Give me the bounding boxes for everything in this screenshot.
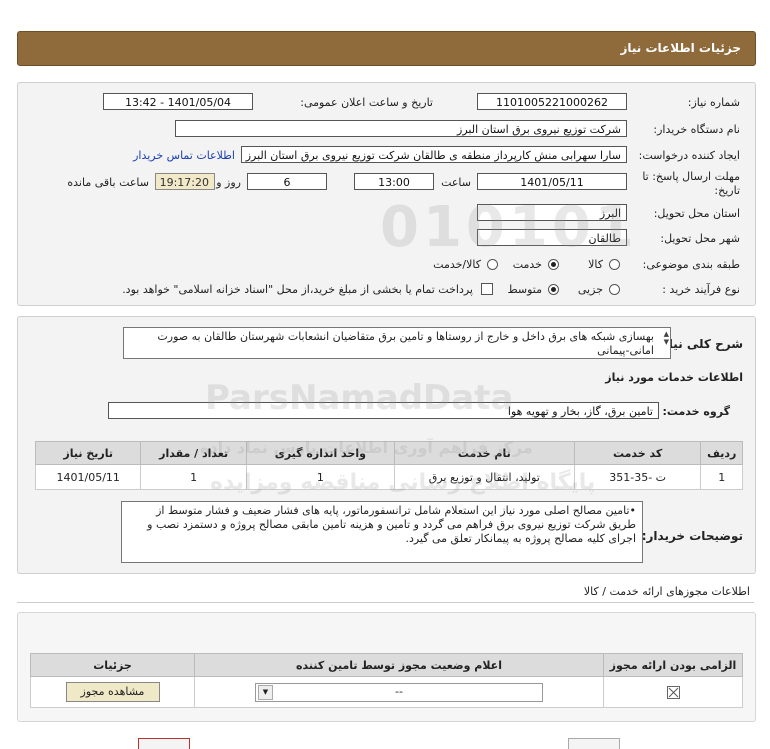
announce-label: تاریخ و ساعت اعلان عمومی: [300, 96, 433, 109]
remaining-label: ساعت باقی مانده [67, 176, 149, 189]
permits-table: الزامی بودن ارائه مجوز اعلام وضعیت مجوز … [30, 653, 743, 708]
permit-status-value: -- [395, 684, 403, 698]
cell-qty: 1 [140, 464, 247, 490]
col-permit-status: اعلام وضعیت مجوز توسط تامین کننده [194, 653, 604, 677]
remaining-time-field: 19:17:20 [155, 173, 215, 190]
time-label: ساعت [441, 176, 471, 189]
deadline-label: مهلت ارسال پاسخ: تا [642, 170, 740, 183]
cell-name: تولید، انتقال و توزیع برق [393, 464, 575, 490]
col-unit: واحد اندازه گیری [245, 441, 395, 465]
bottom-button-left[interactable] [138, 738, 190, 749]
need-number-label: شماره نیاز: [687, 96, 740, 109]
days-field: 6 [247, 173, 327, 190]
days-label: روز و [216, 176, 241, 189]
permits-table-header: الزامی بودن ارائه مجوز اعلام وضعیت مجوز … [30, 653, 743, 677]
treasury-payment-note: پرداخت تمام یا بخشی از مبلغ خرید،از محل … [122, 283, 473, 296]
col-permit-required: الزامی بودن ارائه مجوز [603, 653, 743, 677]
deadline-time-field: 13:00 [354, 173, 434, 190]
category-radio-goods-service[interactable] [487, 259, 498, 270]
need-info-panel: شماره نیاز: 1101005221000262 تاریخ و ساع… [17, 82, 756, 306]
cell-date: 1401/05/11 [34, 464, 142, 490]
creator-field: سارا سهرابی منش کارپرداز منطقه ی طالقان … [241, 146, 627, 163]
col-qty: تعداد / مقدار [140, 441, 247, 465]
city-field: طالقان [477, 229, 627, 246]
cell-unit: 1 [245, 464, 395, 490]
creator-label: ایجاد کننده درخواست: [638, 149, 740, 162]
province-field: البرز [477, 204, 627, 221]
table-row: 1 ت -35-351 تولید، انتقال و توزیع برق 1 … [34, 464, 743, 490]
process-option-minor: جزیی [577, 283, 603, 296]
col-code: کد خدمت [573, 441, 702, 465]
category-radio-service[interactable] [548, 259, 559, 270]
permits-title: اطلاعات مجوزهای ارائه خدمت / کالا [583, 585, 750, 598]
cell-row: 1 [700, 464, 743, 490]
scroll-up-icon[interactable]: ▲ [661, 330, 669, 338]
services-table-header: ردیف کد خدمت نام خدمت واحد اندازه گیری ت… [34, 441, 743, 465]
permits-divider [17, 602, 754, 603]
services-title: اطلاعات خدمات مورد نیاز [605, 371, 743, 384]
cell-code: ت -35-351 [573, 464, 702, 490]
col-date: تاریخ نیاز [34, 441, 142, 465]
process-radio-medium[interactable] [548, 284, 559, 295]
deadline-date-label: تاریخ: [714, 184, 740, 197]
scroll-down-icon[interactable]: ▼ [661, 338, 669, 346]
category-radio-goods[interactable] [609, 259, 620, 270]
buyer-notes-field: •تامین مصالح اصلی مورد نیاز این استعلام … [121, 501, 643, 563]
summary-field: بهسازی شبکه های برق داخل و خارج از روستا… [123, 327, 671, 359]
buyer-notes-label: توضیحات خریدار: [641, 529, 743, 543]
col-name: نام خدمت [393, 441, 575, 465]
checkbox-cross-icon[interactable] [666, 685, 680, 699]
bottom-button-right[interactable] [568, 738, 620, 749]
category-option-service: خدمت [512, 258, 542, 271]
services-table: ردیف کد خدمت نام خدمت واحد اندازه گیری ت… [34, 441, 743, 490]
announce-field: 1401/05/04 - 13:42 [103, 93, 253, 110]
need-details-panel: شرح کلی نیاز: بهسازی شبکه های برق داخل و… [17, 316, 756, 574]
page-header: جزئیات اطلاعات نیاز [17, 31, 756, 66]
category-option-goods-service: کالا/خدمت [433, 258, 481, 271]
contact-buyer-link[interactable]: اطلاعات تماس خریدار [133, 149, 235, 162]
city-label: شهر محل تحویل: [660, 232, 740, 245]
page-title: جزئیات اطلاعات نیاز [620, 41, 741, 55]
buyer-org-field: شرکت توزیع نیروی برق استان البرز [175, 120, 627, 137]
service-group-field: تامین برق، گاز، بخار و تهویه هوا [108, 402, 659, 419]
permit-details-cell: مشاهده مجوز [30, 676, 195, 708]
col-row: ردیف [700, 441, 743, 465]
buyer-org-label: نام دستگاه خریدار: [653, 123, 740, 136]
view-permit-button[interactable]: مشاهده مجوز [65, 682, 160, 702]
table-row: ▼ -- مشاهده مجوز [30, 676, 743, 708]
deadline-date-field: 1401/05/11 [477, 173, 627, 190]
permits-panel: الزامی بودن ارائه مجوز اعلام وضعیت مجوز … [17, 612, 756, 722]
process-label: نوع فرآیند خرید : [662, 283, 740, 296]
category-label: طبقه بندی موضوعی: [642, 258, 740, 271]
process-option-medium: متوسط [507, 283, 542, 296]
col-permit-details: جزئیات [30, 653, 195, 677]
permit-status-cell: ▼ -- [194, 676, 604, 708]
process-radio-minor[interactable] [609, 284, 620, 295]
service-group-label: گروه خدمت: [662, 405, 730, 418]
permit-required-cell [603, 676, 743, 708]
need-number-field: 1101005221000262 [477, 93, 627, 110]
permit-status-select[interactable]: ▼ -- [255, 682, 543, 702]
category-option-goods: کالا [588, 258, 603, 271]
province-label: استان محل تحویل: [653, 207, 740, 220]
treasury-payment-checkbox[interactable] [481, 283, 493, 295]
